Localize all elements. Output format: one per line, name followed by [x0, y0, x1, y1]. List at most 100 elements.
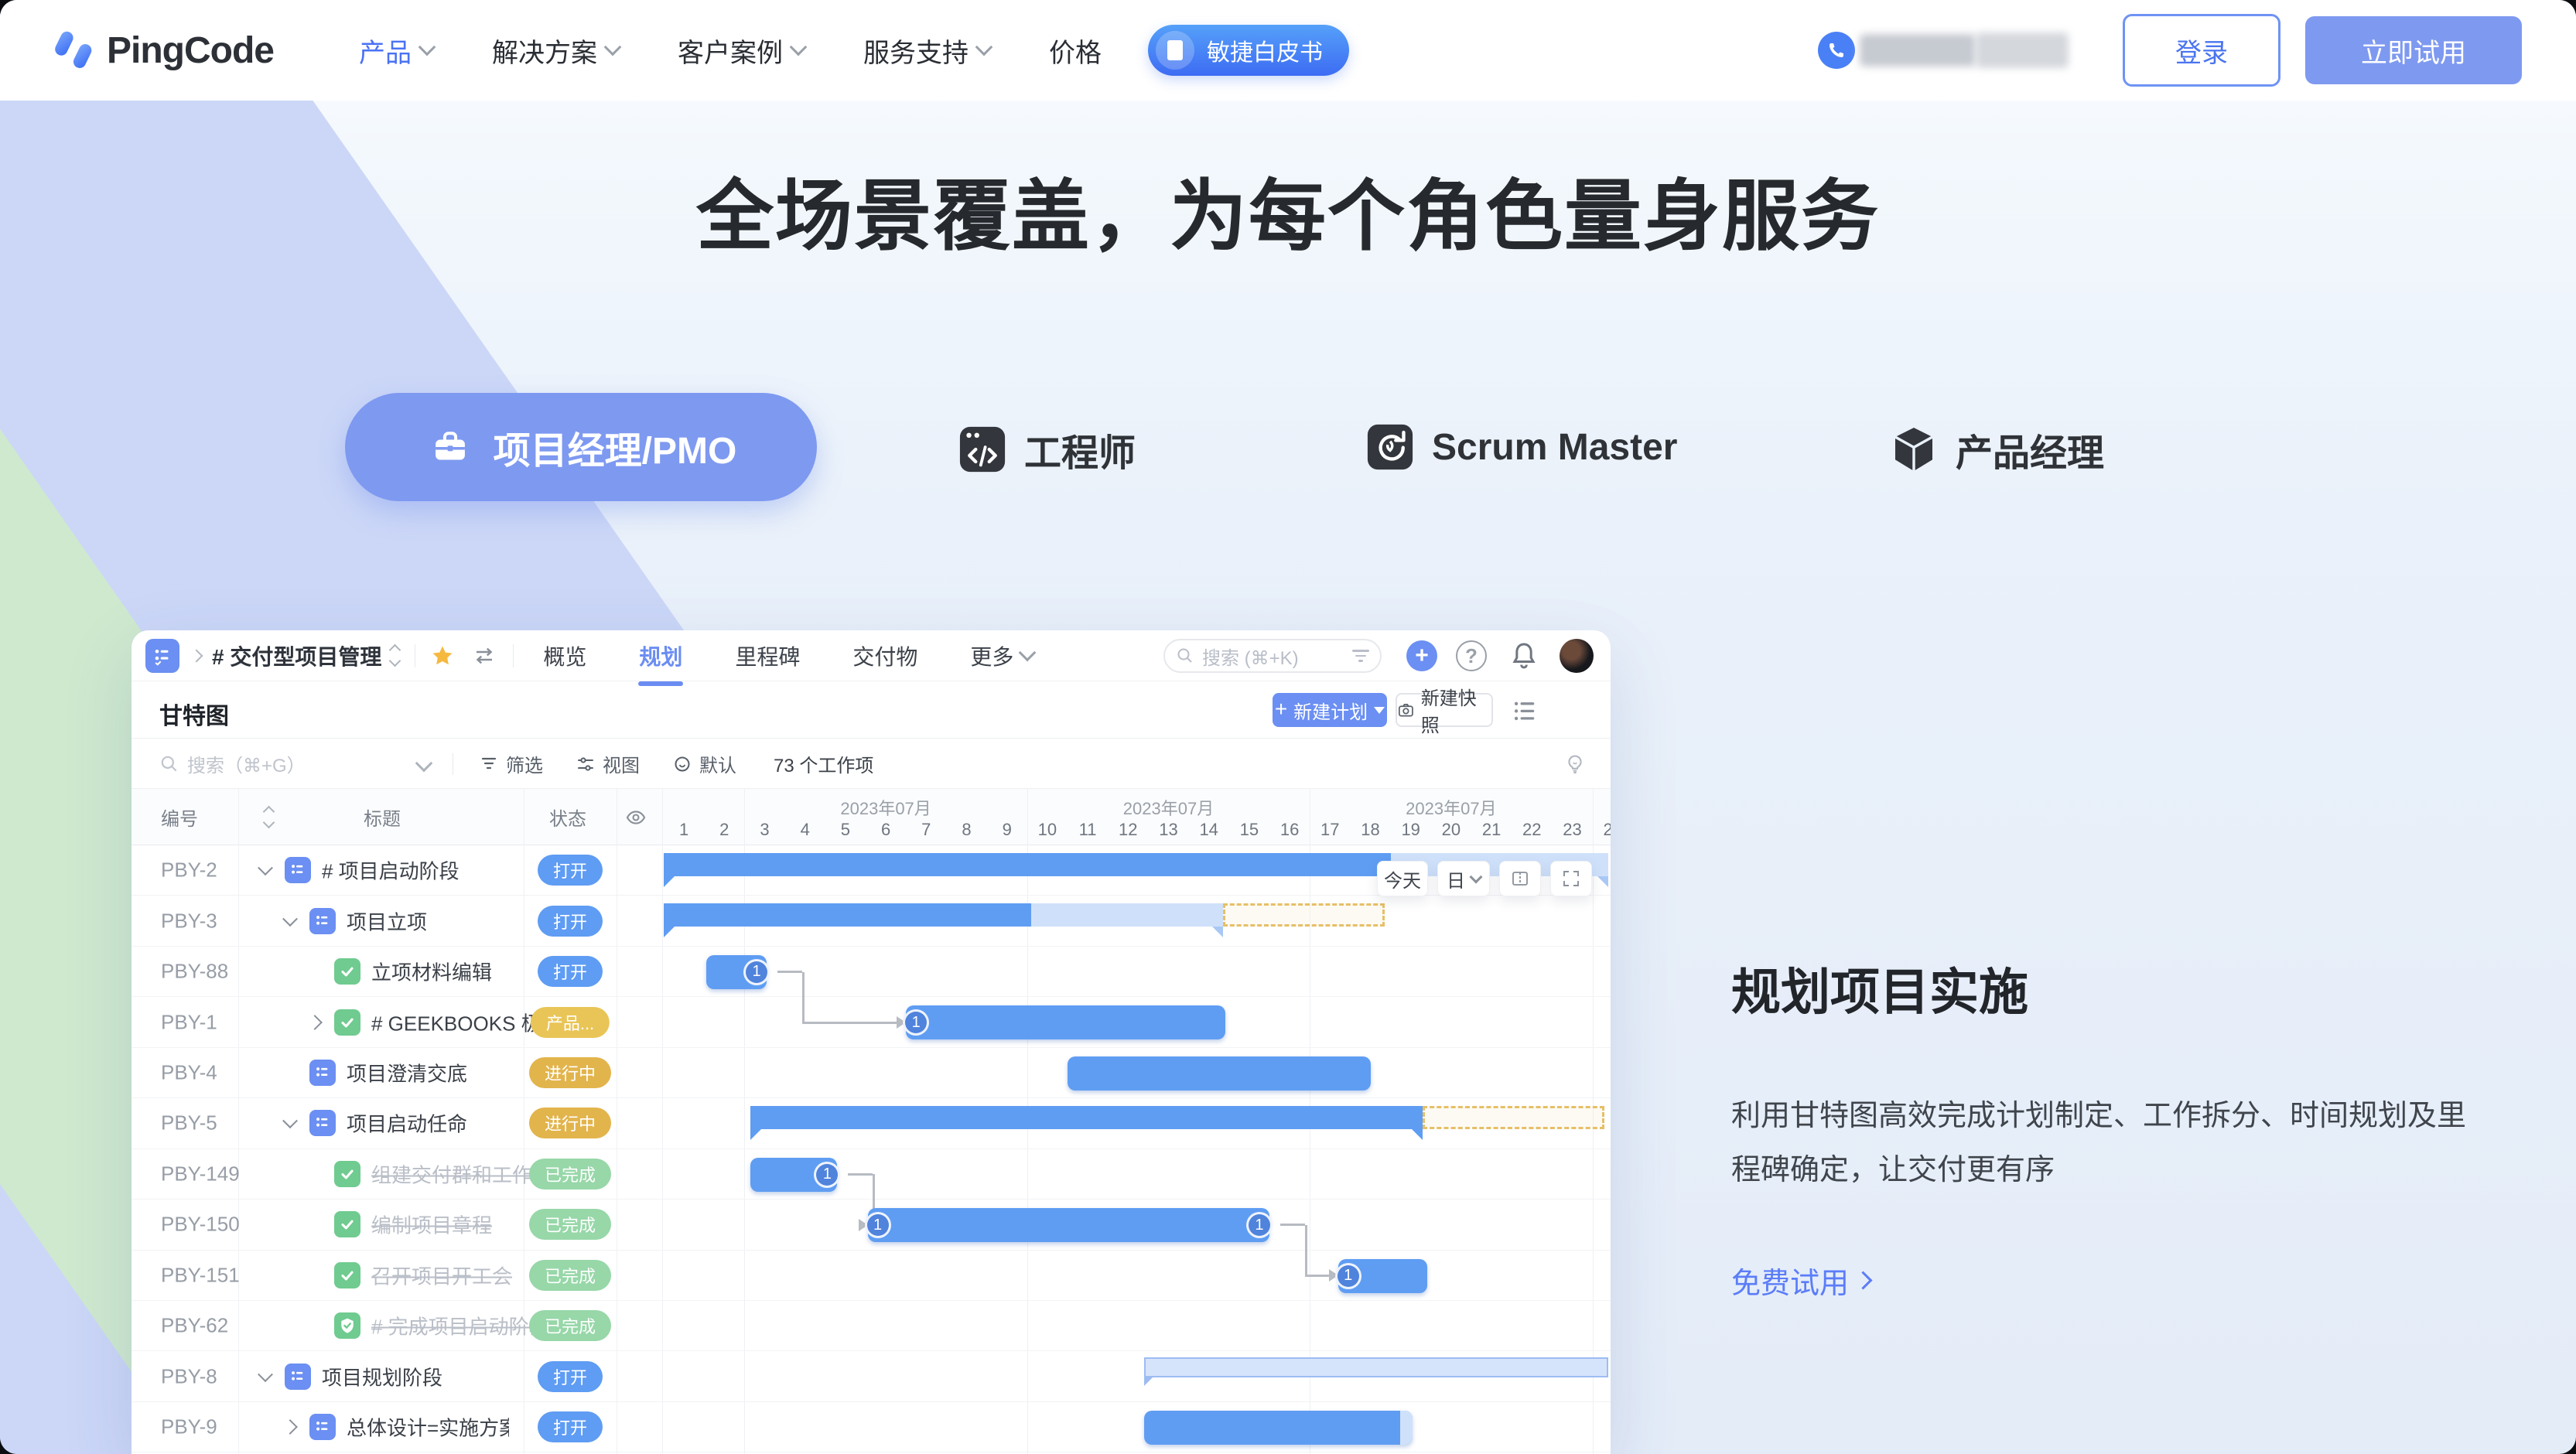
gantt-task-bar[interactable]: 11	[868, 1208, 1269, 1242]
status-badge[interactable]: 进行中	[529, 1108, 611, 1138]
table-row[interactable]: PBY-4项目澄清交底进行中	[132, 1048, 1611, 1098]
tab-more[interactable]: 更多	[970, 640, 1033, 671]
status-badge[interactable]: 进行中	[529, 1057, 611, 1088]
search-collapse-chevron[interactable]	[418, 739, 430, 789]
status-badge[interactable]: 已完成	[529, 1260, 611, 1291]
gantt-search-input[interactable]: 搜索（⌘+G）	[159, 739, 306, 789]
avatar[interactable]	[1560, 639, 1594, 673]
row-expand-chevron-icon[interactable]	[282, 1114, 298, 1129]
gantt-summary-bar-planned[interactable]	[1144, 1357, 1608, 1377]
free-trial-link[interactable]: 免费试用	[1731, 1259, 2513, 1302]
default-view-button[interactable]: 默认	[673, 739, 736, 789]
search-filter-icon[interactable]	[1352, 650, 1369, 662]
create-button[interactable]: +	[1406, 640, 1437, 671]
row-title[interactable]: 项目启动任命	[347, 1109, 467, 1138]
row-expand-chevron-icon[interactable]	[282, 1419, 298, 1435]
status-badge[interactable]: 打开	[538, 956, 603, 987]
status-badge[interactable]: 已完成	[529, 1159, 611, 1189]
view-settings-button[interactable]: 视图	[576, 739, 640, 789]
status-badge[interactable]: 打开	[538, 906, 603, 937]
split-pane-button[interactable]	[1499, 861, 1541, 896]
row-title[interactable]: 编制项目章程	[371, 1210, 492, 1239]
tips-bulb-icon[interactable]	[1564, 739, 1586, 789]
gantt-task-bar[interactable]	[1068, 1056, 1371, 1090]
favorite-star-icon[interactable]	[431, 644, 454, 667]
gantt-task-bar[interactable]	[1144, 1411, 1413, 1445]
row-title[interactable]: 项目立项	[347, 906, 427, 935]
work-item-list-icon	[309, 1060, 336, 1086]
nav-item-1[interactable]: 解决方案	[492, 32, 619, 70]
row-title[interactable]: 总体设计=实施方案（...	[347, 1413, 509, 1442]
status-badge[interactable]: 产品...	[531, 1007, 610, 1038]
row-title[interactable]: 立项材料编辑	[371, 957, 492, 986]
phone-number-blurred	[1976, 32, 2069, 68]
row-title[interactable]: 项目澄清交底	[347, 1059, 467, 1087]
role-tab-3[interactable]: 产品经理	[1889, 422, 2104, 476]
row-expand-chevron-icon[interactable]	[307, 1015, 323, 1030]
project-switch-icon[interactable]	[391, 646, 399, 665]
breadcrumb[interactable]: # 交付型项目管理	[212, 640, 381, 671]
row-title[interactable]: 召开项目开工会	[371, 1261, 512, 1289]
row-title[interactable]: # GEEKBOOKS 极...	[371, 1008, 534, 1036]
pingcode-logo[interactable]: PingCode	[54, 27, 274, 73]
gantt-task-bar[interactable]: 1	[750, 1158, 837, 1192]
status-badge[interactable]: 已完成	[529, 1209, 611, 1240]
eye-icon[interactable]	[625, 789, 647, 845]
role-tab-0[interactable]: 项目经理/PMO	[345, 393, 817, 501]
row-title[interactable]: 组建交付群和工作台	[371, 1159, 534, 1188]
day-number: 21	[1482, 820, 1501, 840]
gantt-summary-bar[interactable]	[750, 1106, 1604, 1129]
fullscreen-button[interactable]	[1550, 861, 1592, 896]
gantt-summary-bar[interactable]	[664, 903, 1385, 927]
status-badge[interactable]: 已完成	[529, 1310, 611, 1341]
row-title[interactable]: 项目规划阶段	[322, 1362, 442, 1391]
status-badge[interactable]: 打开	[538, 855, 603, 886]
table-row[interactable]: PBY-88立项材料编辑打开	[132, 947, 1611, 997]
role-tab-1[interactable]: 工程师	[958, 422, 1136, 476]
role-tab-2[interactable]: Scrum Master	[1365, 422, 1677, 472]
row-expand-chevron-icon[interactable]	[282, 911, 298, 927]
day-number: 22	[1522, 820, 1541, 840]
column-header-title[interactable]: 标题	[364, 789, 401, 845]
nav-item-0[interactable]: 产品	[359, 32, 433, 70]
nav-item-4[interactable]: 价格	[1049, 32, 1102, 70]
tab-0[interactable]: 概览	[543, 640, 586, 671]
sort-icon[interactable]	[255, 789, 273, 845]
gantt-task-bar[interactable]: 1	[1338, 1259, 1427, 1293]
tab-1[interactable]: 规划	[639, 640, 682, 671]
nav-item-3[interactable]: 服务支持	[863, 32, 990, 70]
notifications-bell-icon[interactable]	[1508, 640, 1539, 671]
swap-arrows-icon[interactable]	[471, 644, 497, 667]
filter-button[interactable]: 筛选	[480, 739, 543, 789]
planned-range-dashed	[1223, 903, 1385, 927]
status-badge[interactable]: 打开	[538, 1411, 603, 1442]
table-row[interactable]: PBY-62# 完成项目启动阶段...已完成	[132, 1301, 1611, 1351]
gantt-task-bar[interactable]: 1	[906, 1005, 1225, 1039]
today-button[interactable]: 今天	[1377, 861, 1428, 896]
row-expand-chevron-icon[interactable]	[258, 1367, 273, 1382]
row-title[interactable]: # 项目启动阶段	[322, 856, 460, 885]
try-now-button[interactable]: 立即试用	[2305, 16, 2522, 84]
column-header-status[interactable]: 状态	[549, 789, 586, 845]
day-number: 2	[719, 820, 729, 840]
tab-2[interactable]: 里程碑	[735, 640, 800, 671]
login-button[interactable]: 登录	[2123, 14, 2280, 87]
view-list-icon[interactable]	[1512, 698, 1538, 722]
column-header-id[interactable]: 编号	[161, 789, 198, 845]
work-item-list-icon	[309, 1414, 336, 1440]
status-badge[interactable]: 打开	[538, 1361, 603, 1392]
whitepaper-badge[interactable]: 敏捷白皮书	[1148, 25, 1349, 76]
project-icon[interactable]	[145, 639, 179, 673]
row-expand-chevron-icon[interactable]	[258, 861, 273, 876]
feature-block: 规划项目实施 利用甘特图高效完成计划制定、工作拆分、时间规划及里程碑确定，让交付…	[1731, 953, 2513, 1302]
global-search-input[interactable]: 搜索 (⌘+K)	[1163, 639, 1382, 673]
row-title[interactable]: # 完成项目启动阶段...	[371, 1312, 534, 1340]
new-snapshot-button[interactable]: 新建快照	[1396, 693, 1493, 727]
time-unit-dropdown[interactable]: 日	[1437, 861, 1490, 896]
gantt-task-bar[interactable]: 1	[706, 955, 767, 989]
tab-3[interactable]: 交付物	[852, 640, 917, 671]
nav-item-2[interactable]: 客户案例	[678, 32, 805, 70]
snapshot-label: 新建快照	[1421, 683, 1491, 737]
new-plan-button[interactable]: + 新建计划	[1273, 693, 1387, 727]
help-icon[interactable]: ?	[1456, 640, 1487, 671]
